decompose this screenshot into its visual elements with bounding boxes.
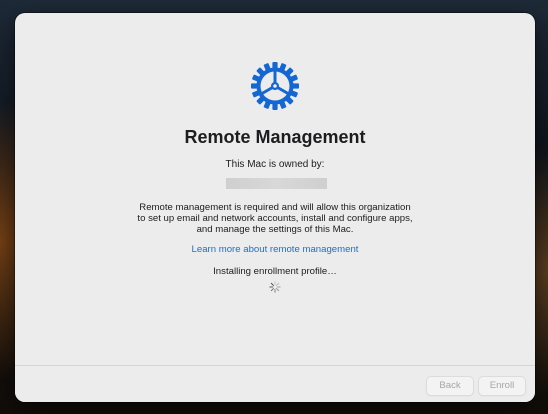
owned-by-label: This Mac is owned by: <box>225 159 325 170</box>
page-title: Remote Management <box>184 127 366 147</box>
back-button[interactable]: Back <box>426 376 474 396</box>
footer-bar: Back Enroll <box>15 365 535 402</box>
progress-spinner-icon <box>269 281 281 293</box>
learn-more-link[interactable]: Learn more about remote management <box>15 244 535 255</box>
status-text: Installing enrollment profile… <box>213 266 337 277</box>
gear-icon <box>251 62 299 110</box>
description-text: Remote management is required and will a… <box>137 202 413 235</box>
enroll-button[interactable]: Enroll <box>478 376 526 396</box>
content-area: Remote Management This Mac is owned by: … <box>15 13 535 365</box>
remote-management-window: Remote Management This Mac is owned by: … <box>15 13 535 402</box>
redacted-organization-name <box>226 178 327 189</box>
